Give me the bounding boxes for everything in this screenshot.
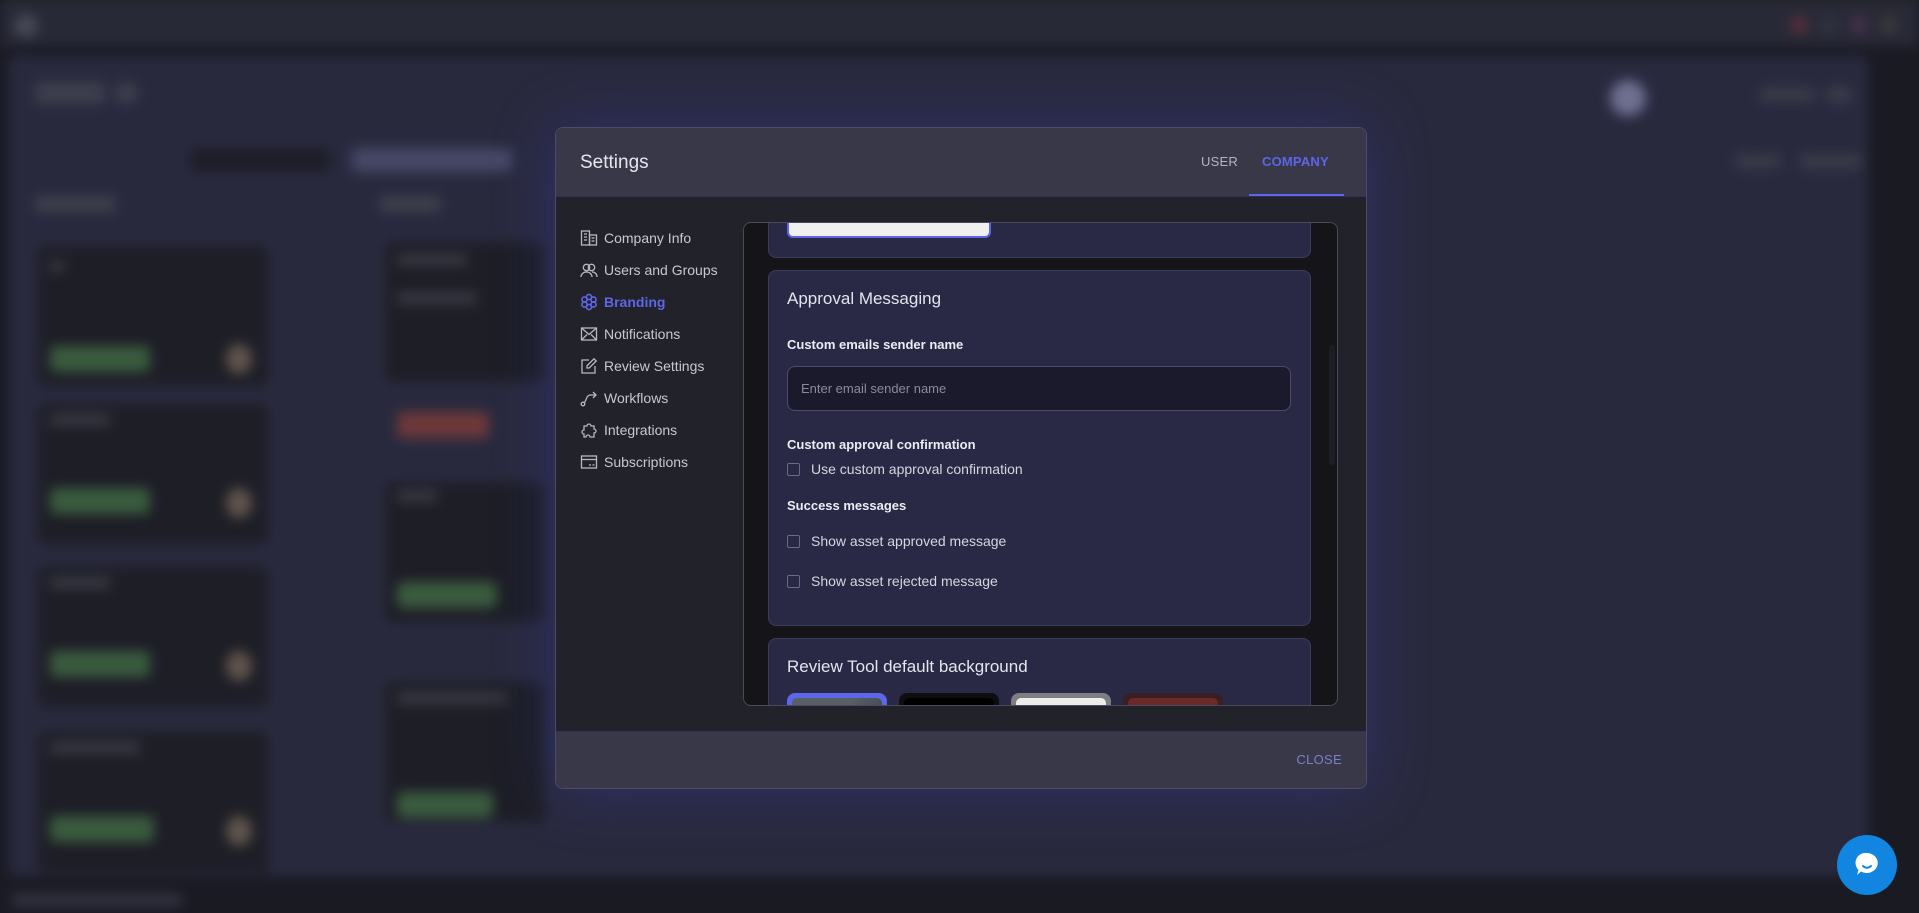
envelope-icon <box>580 327 598 341</box>
sidebar-item-label: Workflows <box>604 390 669 406</box>
workflow-icon <box>580 391 597 407</box>
swatch-black[interactable] <box>899 693 999 705</box>
checkbox[interactable] <box>787 534 800 548</box>
swatch-white[interactable] <box>1011 693 1111 705</box>
settings-sidebar: Company Info Users and Groups Branding N… <box>580 222 730 478</box>
sidebar-item-integrations[interactable]: Integrations <box>580 414 730 446</box>
sidebar-item-subscriptions[interactable]: Subscriptions <box>580 446 730 478</box>
section-title: Review Tool default background <box>787 657 1028 676</box>
modal-footer: CLOSE <box>556 731 1366 788</box>
sidebar-item-company-info[interactable]: Company Info <box>580 222 730 254</box>
show-rejected-message-checkbox[interactable]: Show asset rejected message <box>787 573 998 589</box>
sender-name-label: Custom emails sender name <box>787 337 964 352</box>
use-custom-confirmation-checkbox[interactable]: Use custom approval confirmation <box>787 461 1023 477</box>
swatch-gradient-gray[interactable] <box>787 693 887 705</box>
logo-preview-field[interactable] <box>787 223 991 238</box>
card-icon <box>580 455 598 469</box>
checkbox-label: Show asset rejected message <box>811 573 998 589</box>
branding-content-panel: Approval Messaging Custom emails sender … <box>743 222 1338 706</box>
edit-icon <box>581 357 598 374</box>
active-tab-indicator <box>1249 194 1344 196</box>
logo-section <box>768 223 1311 258</box>
swatch-dark-red[interactable] <box>1123 693 1223 705</box>
close-button[interactable]: CLOSE <box>1296 752 1342 767</box>
sidebar-item-branding[interactable]: Branding <box>580 286 730 318</box>
show-approved-message-checkbox[interactable]: Show asset approved message <box>787 533 1006 549</box>
modal-title: Settings <box>580 152 649 173</box>
success-messages-label: Success messages <box>787 498 907 513</box>
review-background-section: Review Tool default background <box>768 638 1311 705</box>
custom-confirmation-label: Custom approval confirmation <box>787 437 976 452</box>
sidebar-item-label: Subscriptions <box>604 454 689 470</box>
puzzle-icon <box>581 423 597 438</box>
checkbox-label: Use custom approval confirmation <box>811 461 1023 477</box>
checkbox-label: Show asset approved message <box>811 533 1007 549</box>
chat-widget-button[interactable] <box>1837 835 1897 895</box>
section-title: Approval Messaging <box>787 289 942 308</box>
sidebar-item-users-and-groups[interactable]: Users and Groups <box>580 254 730 286</box>
modal-header: Settings USER COMPANY <box>556 128 1366 197</box>
content-scrollbar[interactable] <box>1329 345 1335 465</box>
sidebar-item-review-settings[interactable]: Review Settings <box>580 350 730 382</box>
building-icon <box>580 230 598 246</box>
users-icon <box>580 263 598 278</box>
approval-messaging-section: Approval Messaging Custom emails sender … <box>768 270 1311 626</box>
flower-icon <box>581 293 597 311</box>
sidebar-item-label: Company Info <box>604 230 692 246</box>
tab-user[interactable]: USER <box>1201 154 1238 169</box>
sidebar-item-label: Review Settings <box>604 358 705 374</box>
settings-modal: Settings USER COMPANY Company Info Users… <box>555 127 1367 789</box>
sender-name-input[interactable] <box>787 366 1291 411</box>
chat-bubble-icon <box>1855 852 1878 875</box>
sidebar-item-label: Users and Groups <box>604 262 718 278</box>
sidebar-item-label: Branding <box>604 294 666 310</box>
sidebar-item-label: Notifications <box>604 326 681 342</box>
checkbox[interactable] <box>787 462 800 476</box>
tab-company[interactable]: COMPANY <box>1262 154 1329 169</box>
sidebar-item-label: Integrations <box>604 422 678 438</box>
checkbox[interactable] <box>787 574 800 588</box>
sidebar-item-notifications[interactable]: Notifications <box>580 318 730 350</box>
sidebar-item-workflows[interactable]: Workflows <box>580 382 730 414</box>
